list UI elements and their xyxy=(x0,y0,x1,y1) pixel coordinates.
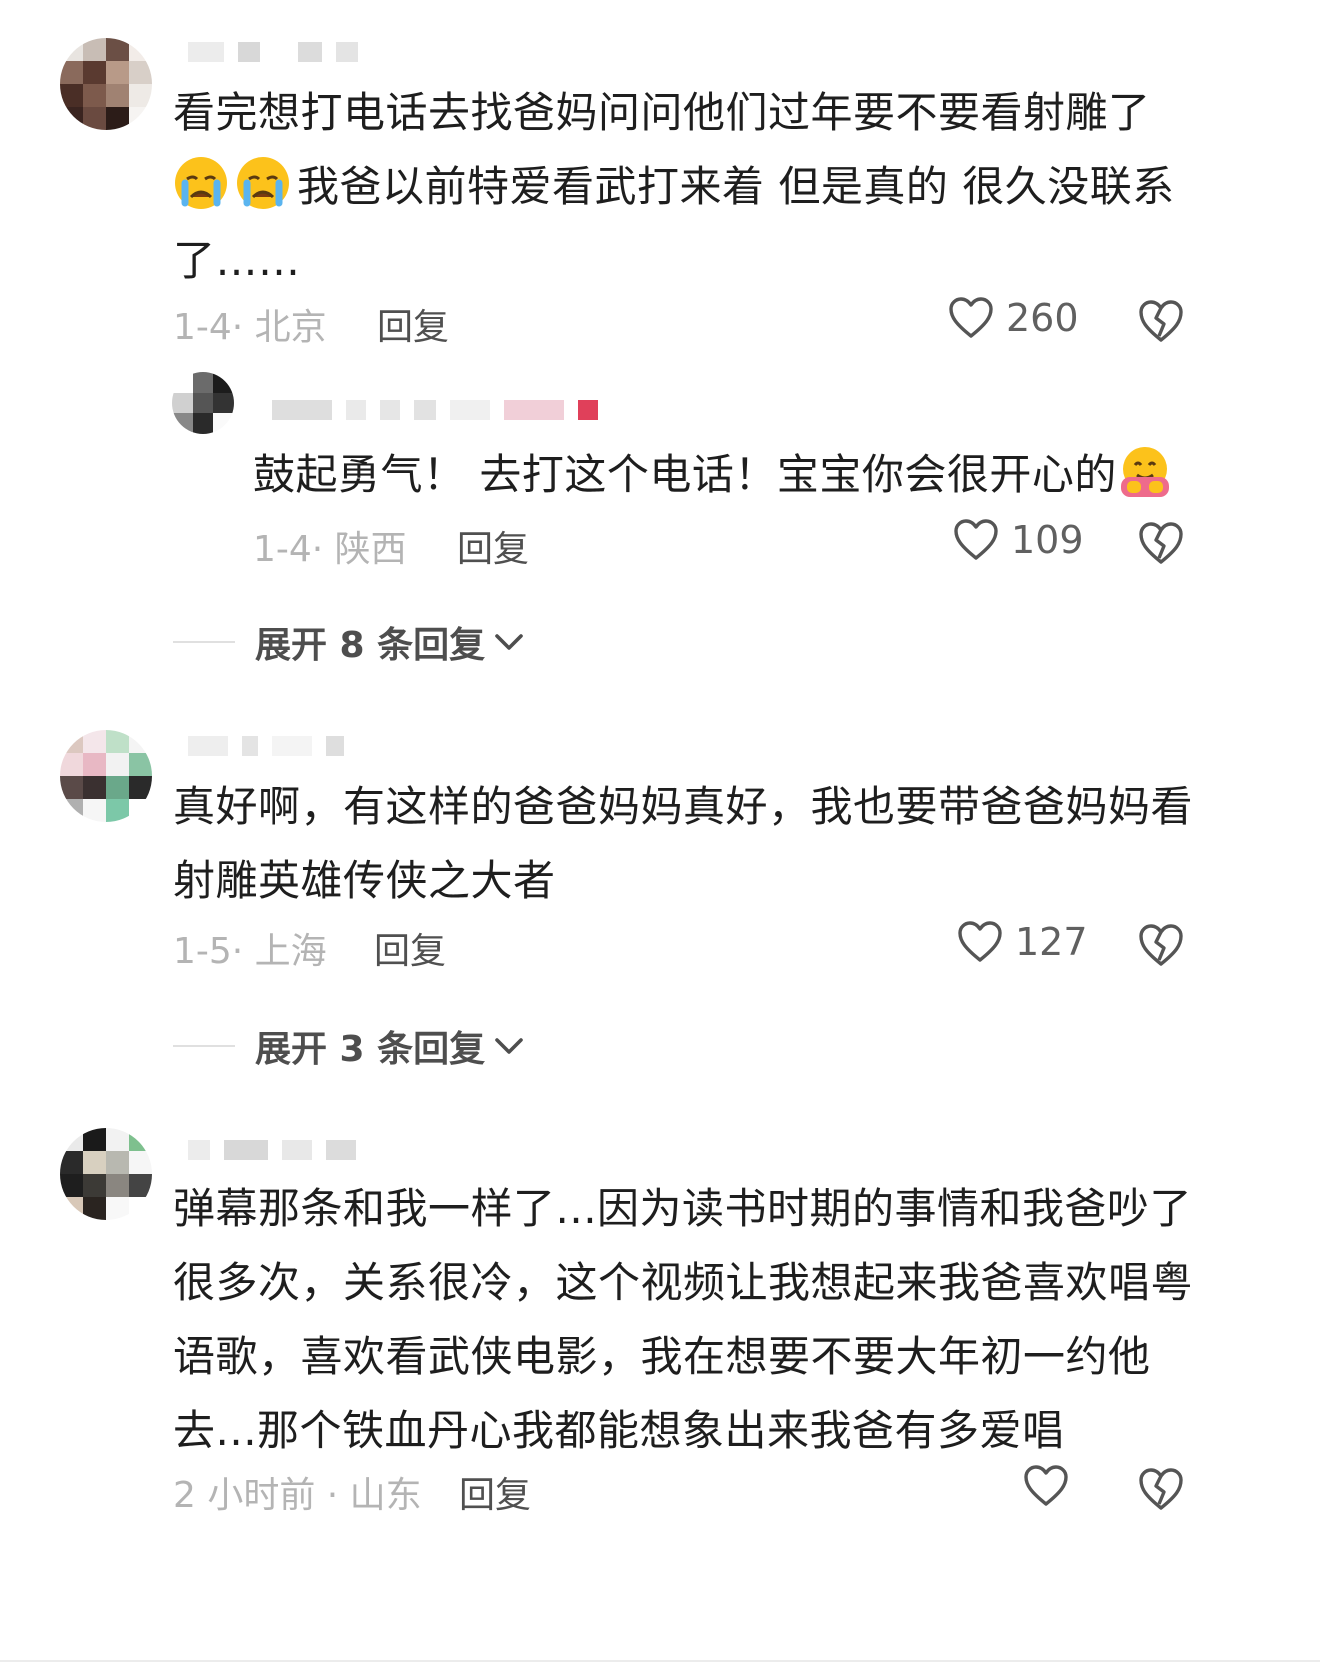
broken-heart-icon[interactable] xyxy=(1137,1466,1185,1512)
heart-outline-icon xyxy=(958,921,1002,962)
comment-text-line: 我爸以前特爱看武打来着 但是真的 很久没联系 xyxy=(173,150,1213,224)
heart-outline-icon xyxy=(949,297,993,338)
divider xyxy=(173,641,235,643)
like-button[interactable]: 109 xyxy=(953,518,1084,562)
comment-text-line: 看完想打电话去找爸妈问问他们过年要不要看射雕了 xyxy=(173,88,1151,137)
username-blurred[interactable] xyxy=(188,1138,356,1162)
crying-face-icon xyxy=(175,157,227,209)
comment-text-line: 很多次，关系很冷，这个视频让我想起来我爸喜欢唱粤 xyxy=(173,1258,1194,1307)
expand-replies-button[interactable]: 展开 8 条回复 xyxy=(173,616,527,668)
avatar[interactable] xyxy=(60,38,152,130)
avatar[interactable] xyxy=(172,372,234,434)
like-count: 109 xyxy=(1011,518,1084,562)
broken-heart-icon[interactable] xyxy=(1137,520,1185,566)
broken-heart-icon[interactable] xyxy=(1137,298,1185,344)
username-blurred[interactable] xyxy=(272,398,598,422)
reply-button[interactable]: 回复 xyxy=(459,1466,531,1518)
broken-heart-icon[interactable] xyxy=(1137,922,1185,968)
like-button[interactable]: 127 xyxy=(957,920,1088,964)
crying-face-icon xyxy=(237,157,289,209)
username-blurred[interactable] xyxy=(188,734,344,758)
expand-replies-label: 展开 8 条回复 xyxy=(255,625,486,666)
reply-button[interactable]: 回复 xyxy=(457,520,529,572)
heart-outline-icon xyxy=(954,519,998,560)
hugging-face-icon xyxy=(1120,447,1169,497)
comment-text: 真好啊，有这样的爸爸妈妈真好，我也要带爸爸妈妈看 射雕英雄传侠之大者 xyxy=(173,770,1213,918)
username-blurred[interactable] xyxy=(188,40,358,64)
date-location: 2 小时前 · 山东 xyxy=(173,1475,422,1516)
divider xyxy=(173,1045,235,1047)
avatar[interactable] xyxy=(60,1128,152,1220)
like-button[interactable] xyxy=(1023,1464,1081,1508)
date-location: 1-5· 上海 xyxy=(173,931,327,972)
date-location: 1-4· 北京 xyxy=(173,307,327,348)
chevron-down-icon xyxy=(495,634,523,650)
comment-text-line: 语歌，喜欢看武侠电影，我在想要不要大年初一约他 xyxy=(173,1332,1151,1381)
reply-button[interactable]: 回复 xyxy=(377,298,449,350)
like-count: 260 xyxy=(1006,296,1079,340)
date-location: 1-4· 陕西 xyxy=(253,529,407,570)
comment-text-line: 弹幕那条和我一样了...因为读书时期的事情和我爸吵了 xyxy=(173,1184,1193,1233)
comment-text-line: 去...那个铁血丹心我都能想象出来我爸有多爱唱 xyxy=(173,1406,1065,1455)
reply-text: 鼓起勇气！ 去打这个电话！宝宝你会很开心的 xyxy=(253,438,1213,512)
comment-text-line: 真好啊，有这样的爸爸妈妈真好，我也要带爸爸妈妈看 xyxy=(173,782,1194,831)
like-button[interactable]: 260 xyxy=(948,296,1079,340)
chevron-down-icon xyxy=(495,1038,523,1054)
comment-text-line: 了…… xyxy=(173,236,301,285)
avatar[interactable] xyxy=(60,730,152,822)
expand-replies-button[interactable]: 展开 3 条回复 xyxy=(173,1020,527,1072)
comment-text: 看完想打电话去找爸妈问问他们过年要不要看射雕了 我爸以前特爱看武打来着 但是真的… xyxy=(173,76,1213,298)
divider xyxy=(0,1660,1320,1662)
reply-text-segment: 鼓起勇气！ 去打这个电话！宝宝你会很开心的 xyxy=(253,450,1117,499)
expand-replies-label: 展开 3 条回复 xyxy=(255,1029,486,1070)
comment-text: 弹幕那条和我一样了...因为读书时期的事情和我爸吵了 很多次，关系很冷，这个视频… xyxy=(173,1172,1213,1468)
comment-text-segment: 我爸以前特爱看武打来着 但是真的 很久没联系 xyxy=(297,162,1175,211)
heart-outline-icon xyxy=(1024,1465,1068,1506)
comment-text-line: 射雕英雄传侠之大者 xyxy=(173,856,556,905)
like-count: 127 xyxy=(1015,920,1088,964)
reply-button[interactable]: 回复 xyxy=(374,922,446,974)
